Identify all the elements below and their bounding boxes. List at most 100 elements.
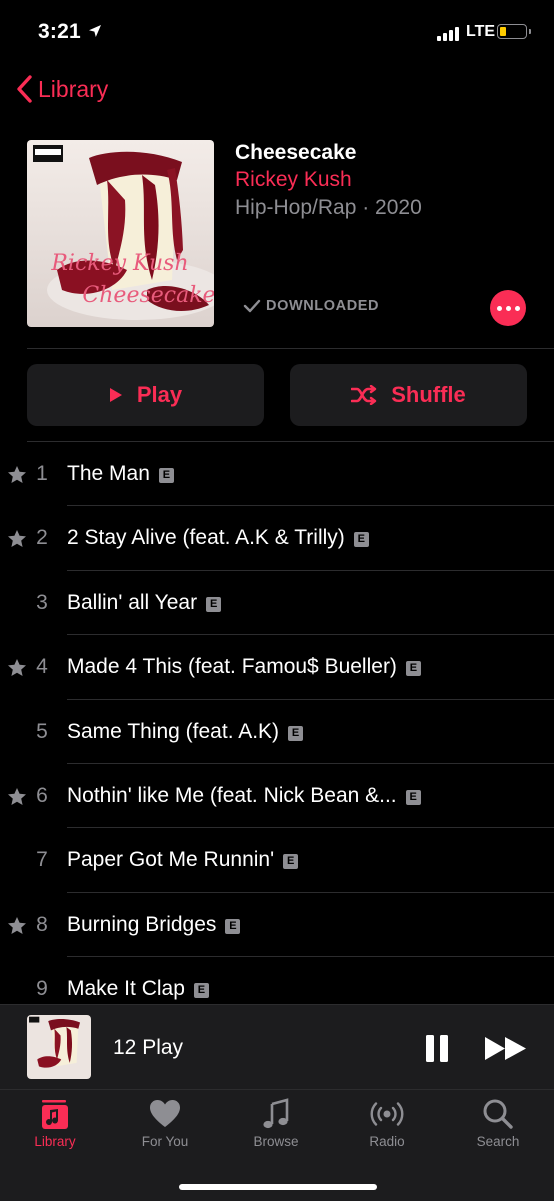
tab-library[interactable]: Library	[0, 1098, 110, 1158]
track-title: Burning Bridges E	[67, 912, 241, 937]
radio-icon	[370, 1102, 404, 1126]
mini-artwork-image	[27, 1015, 91, 1079]
track-title-text: Burning Bridges	[67, 912, 217, 936]
star-icon	[8, 659, 26, 677]
track-title: Made 4 This (feat. Famou$ Bueller) E	[67, 655, 421, 679]
track-title-text: Paper Got Me Runnin'	[67, 848, 275, 872]
album-title: Cheesecake	[235, 141, 357, 164]
track-row[interactable]: 9 Make It Clap E	[0, 957, 554, 1004]
shuffle-button[interactable]: Shuffle	[290, 364, 527, 426]
track-title: Ballin' all Year E	[67, 590, 222, 615]
album-artwork-image: Rickey Kush Cheesecake	[27, 140, 214, 327]
star-icon	[8, 916, 26, 934]
track-title-text: Made 4 This (feat. Famou$ Bueller)	[67, 655, 397, 679]
tab-label: Search	[476, 1134, 520, 1149]
tab-search[interactable]: Search	[443, 1098, 553, 1158]
tab-radio[interactable]: Radio	[332, 1098, 442, 1158]
track-title: Nothin' like Me (feat. Nick Bean &... E	[67, 784, 421, 808]
track-number: 1	[36, 462, 48, 485]
library-icon	[42, 1100, 68, 1129]
star-icon	[8, 466, 26, 483]
status-bar: 3:21 LTE	[0, 0, 554, 66]
star-icon	[8, 787, 26, 805]
explicit-badge: E	[405, 661, 421, 677]
back-button[interactable]: Library	[14, 72, 108, 106]
downloaded-label: DOWNLOADED	[266, 298, 380, 314]
tab-label: For You	[141, 1134, 189, 1149]
search-icon	[483, 1099, 513, 1129]
track-title-text: Ballin' all Year	[67, 590, 198, 614]
ellipsis-icon	[496, 305, 502, 311]
track-number: 3	[36, 590, 48, 614]
album-genre-year: Hip-Hop/Rap · 2020	[235, 196, 422, 219]
heart-icon	[150, 1100, 180, 1127]
explicit-badge: E	[193, 983, 209, 999]
track-row[interactable]: 2 2 Stay Alive (feat. A.K & Trilly) E	[0, 506, 554, 571]
cellular-signal-icon	[437, 27, 463, 41]
track-number: 4	[36, 655, 48, 679]
track-title: Same Thing (feat. A.K) E	[67, 719, 304, 744]
track-number: 7	[36, 848, 48, 872]
explicit-badge: E	[353, 532, 369, 548]
tab-for-you[interactable]: For You	[110, 1098, 220, 1158]
track-number: 6	[36, 783, 48, 807]
album-cover: Rickey Kush Cheesecake	[27, 140, 214, 327]
track-row[interactable]: 6 Nothin' like Me (feat. Nick Bean &... E	[0, 764, 554, 829]
track-number: 5	[36, 719, 48, 743]
shuffle-label: Shuffle	[391, 382, 466, 407]
now-playing-title: 12 Play	[113, 1036, 184, 1059]
tab-label: Library	[34, 1134, 76, 1149]
explicit-badge: E	[158, 468, 174, 483]
battery-icon	[497, 24, 531, 39]
more-options-button[interactable]	[490, 290, 526, 326]
mini-player[interactable]: 12 Play	[0, 1004, 554, 1090]
track-row[interactable]: 8 Burning Bridges E	[0, 893, 554, 958]
track-number: 9	[36, 977, 48, 1001]
track-title-text: Same Thing (feat. A.K)	[67, 719, 280, 743]
back-label: Library	[38, 75, 109, 102]
track-title: Paper Got Me Runnin' E	[67, 848, 299, 872]
explicit-badge: E	[206, 596, 222, 612]
track-title: The Man E	[67, 462, 174, 486]
chevron-left-icon	[17, 75, 32, 103]
downloaded-status: DOWNLOADED	[243, 298, 379, 314]
track-title: 2 Stay Alive (feat. A.K & Trilly) E	[67, 526, 369, 550]
play-icon	[109, 388, 122, 402]
tab-label: Browse	[253, 1134, 299, 1149]
track-title-text: Make It Clap	[67, 977, 185, 1001]
pause-button[interactable]	[426, 1035, 450, 1062]
checkmark-icon	[243, 299, 261, 313]
star-icon	[8, 530, 26, 548]
tab-label: Radio	[369, 1134, 405, 1149]
track-number: 2	[36, 526, 48, 550]
tab-browse[interactable]: Browse	[221, 1098, 331, 1158]
track-title-text: 2 Stay Alive (feat. A.K & Trilly)	[67, 526, 345, 550]
track-list: 1 The Man E 2 2 Stay Alive (feat. A.K & Tril…	[0, 442, 554, 1004]
cover-artist-text: Rickey Kush	[50, 251, 188, 276]
location-arrow-icon	[89, 25, 101, 37]
home-indicator[interactable]	[179, 1184, 377, 1190]
track-row[interactable]: 5 Same Thing (feat. A.K) E	[0, 700, 554, 764]
status-time: 3:21	[38, 20, 81, 43]
track-row[interactable]: 3 Ballin' all Year E	[0, 571, 554, 636]
skip-forward-icon[interactable]	[484, 1036, 528, 1061]
music-note-icon	[263, 1098, 289, 1129]
explicit-badge: E	[283, 854, 299, 870]
shuffle-icon	[351, 385, 377, 405]
track-row[interactable]: 1 The Man E	[0, 442, 554, 507]
play-button[interactable]: Play	[27, 364, 264, 426]
track-title: Make It Clap E	[67, 977, 209, 1001]
album-artist-link[interactable]: Rickey Kush	[235, 168, 352, 192]
track-title-text: Nothin' like Me (feat. Nick Bean &...	[67, 783, 397, 807]
explicit-badge: E	[225, 918, 241, 934]
track-row[interactable]: 4 Made 4 This (feat. Famou$ Bueller) E	[0, 635, 554, 700]
network-type: LTE	[466, 23, 496, 40]
mini-player-artwork	[27, 1015, 91, 1079]
divider	[27, 348, 554, 349]
track-row[interactable]: 7 Paper Got Me Runnin' E	[0, 828, 554, 893]
play-label: Play	[136, 382, 183, 407]
cover-title-text: Cheesecake	[82, 283, 214, 308]
track-title-text: The Man	[67, 462, 150, 485]
explicit-badge: E	[405, 789, 421, 805]
track-number: 8	[36, 912, 48, 936]
